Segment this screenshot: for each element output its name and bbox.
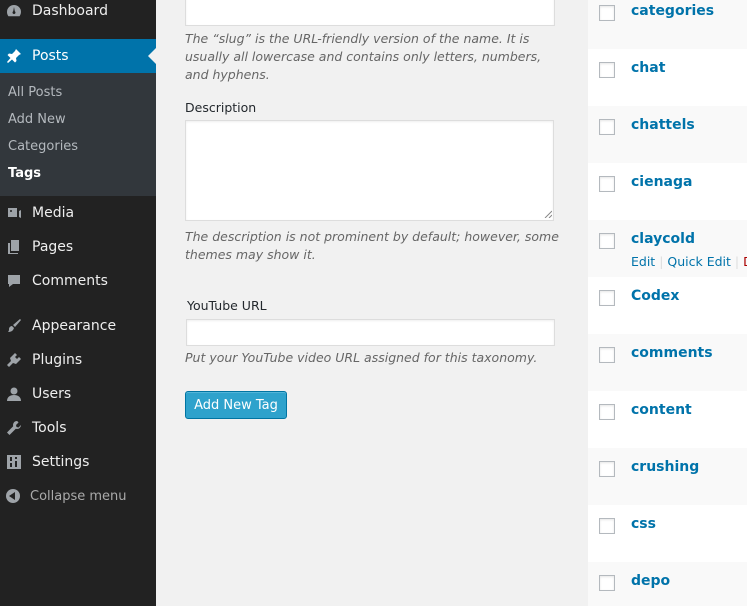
row-checkbox[interactable]: [599, 233, 615, 249]
row-checkbox[interactable]: [599, 461, 615, 477]
menu-posts[interactable]: Posts: [0, 39, 156, 73]
menu-tools[interactable]: Tools: [0, 411, 156, 445]
tag-row: depo: [588, 562, 747, 606]
menu-plugins-label: Plugins: [32, 352, 83, 368]
tag-row: claycold Edit | Quick Edit | D: [588, 220, 747, 277]
admin-sidebar: Dashboard Posts All Posts Add New Catego…: [0, 0, 156, 606]
row-checkbox[interactable]: [599, 518, 615, 534]
menu-users[interactable]: Users: [0, 377, 156, 411]
wrench-icon: [6, 420, 22, 436]
menu-settings-label: Settings: [32, 454, 90, 470]
tag-row: comments: [588, 334, 747, 391]
menu-tools-label: Tools: [32, 420, 67, 436]
tag-name-link[interactable]: content: [631, 402, 692, 418]
tag-row: content: [588, 391, 747, 448]
edit-link[interactable]: Edit: [631, 254, 655, 269]
row-checkbox[interactable]: [599, 5, 615, 21]
user-icon: [6, 386, 22, 402]
collapse-menu-label: Collapse menu: [30, 488, 127, 504]
delete-link[interactable]: D: [743, 254, 747, 269]
menu-appearance-label: Appearance: [32, 318, 117, 334]
tag-name-link[interactable]: chat: [631, 60, 665, 76]
collapse-menu-button[interactable]: Collapse menu: [0, 484, 156, 508]
pin-icon: [6, 48, 22, 64]
tag-name-link[interactable]: cienaga: [631, 174, 692, 190]
menu-pages-label: Pages: [32, 239, 74, 255]
submenu-add-new[interactable]: Add New: [8, 112, 66, 127]
tag-row: crushing: [588, 448, 747, 505]
slug-help-text: The “slug” is the URL-friendly version o…: [185, 31, 542, 82]
menu-comments[interactable]: Comments: [0, 264, 156, 298]
tag-name-link[interactable]: categories: [631, 3, 714, 19]
tag-name-link[interactable]: css: [631, 516, 656, 532]
tag-row: Codex: [588, 277, 747, 334]
add-tag-form: The “slug” is the URL-friendly version o…: [156, 0, 588, 606]
tag-name-link[interactable]: Codex: [631, 288, 679, 304]
media-icon: [6, 205, 22, 221]
description-label: Description: [185, 100, 257, 115]
menu-media[interactable]: Media: [0, 196, 156, 230]
posts-submenu: All Posts Add New Categories Tags: [0, 73, 156, 196]
menu-plugins[interactable]: Plugins: [0, 343, 156, 377]
menu-pages[interactable]: Pages: [0, 230, 156, 264]
menu-appearance[interactable]: Appearance: [0, 309, 156, 343]
tag-row: chattels: [588, 106, 747, 163]
description-textarea[interactable]: [185, 120, 554, 221]
tag-row: categories: [588, 0, 747, 49]
quick-edit-link[interactable]: Quick Edit: [667, 254, 731, 269]
menu-media-label: Media: [32, 205, 75, 221]
youtube-url-help-text: Put your YouTube video URL assigned for …: [185, 350, 538, 365]
youtube-url-input[interactable]: [186, 319, 555, 346]
menu-comments-label: Comments: [32, 273, 108, 289]
tag-row: chat: [588, 49, 747, 106]
tag-name-link[interactable]: depo: [631, 573, 670, 589]
menu-users-label: Users: [32, 386, 72, 402]
row-checkbox[interactable]: [599, 119, 615, 135]
row-checkbox[interactable]: [599, 575, 615, 591]
row-checkbox[interactable]: [599, 62, 615, 78]
tag-name-link[interactable]: claycold: [631, 231, 695, 247]
row-action-separator: |: [734, 254, 744, 269]
submenu-all-posts[interactable]: All Posts: [8, 85, 62, 100]
tag-name-link[interactable]: crushing: [631, 459, 699, 475]
comment-icon: [6, 273, 22, 289]
tag-row: css: [588, 505, 747, 562]
menu-posts-label: Posts: [32, 48, 69, 64]
row-checkbox[interactable]: [599, 347, 615, 363]
paintbrush-icon: [6, 318, 22, 334]
row-checkbox[interactable]: [599, 404, 615, 420]
row-checkbox[interactable]: [599, 176, 615, 192]
resize-grip-icon[interactable]: [544, 210, 552, 218]
submenu-tags[interactable]: Tags: [8, 166, 41, 181]
slug-input[interactable]: [185, 0, 555, 26]
dashboard-icon: [6, 3, 22, 19]
description-help-text: The description is not prominent by defa…: [185, 229, 559, 262]
tag-name-link[interactable]: chattels: [631, 117, 695, 133]
tags-list-table: categories chat chattels cienaga claycol…: [588, 0, 747, 606]
collapse-arrow-icon: [6, 489, 20, 503]
row-checkbox[interactable]: [599, 290, 615, 306]
tag-name-link[interactable]: comments: [631, 345, 713, 361]
plugin-icon: [6, 352, 22, 368]
menu-dashboard[interactable]: Dashboard: [0, 0, 156, 28]
row-actions: Edit | Quick Edit | D: [631, 254, 747, 269]
menu-dashboard-label: Dashboard: [32, 3, 108, 19]
submenu-categories[interactable]: Categories: [8, 139, 78, 154]
add-new-tag-button[interactable]: Add New Tag: [185, 391, 287, 419]
pages-icon: [6, 239, 22, 255]
youtube-url-label: YouTube URL: [187, 298, 267, 313]
settings-icon: [6, 454, 22, 470]
tag-row: cienaga: [588, 163, 747, 220]
menu-settings[interactable]: Settings: [0, 445, 156, 479]
